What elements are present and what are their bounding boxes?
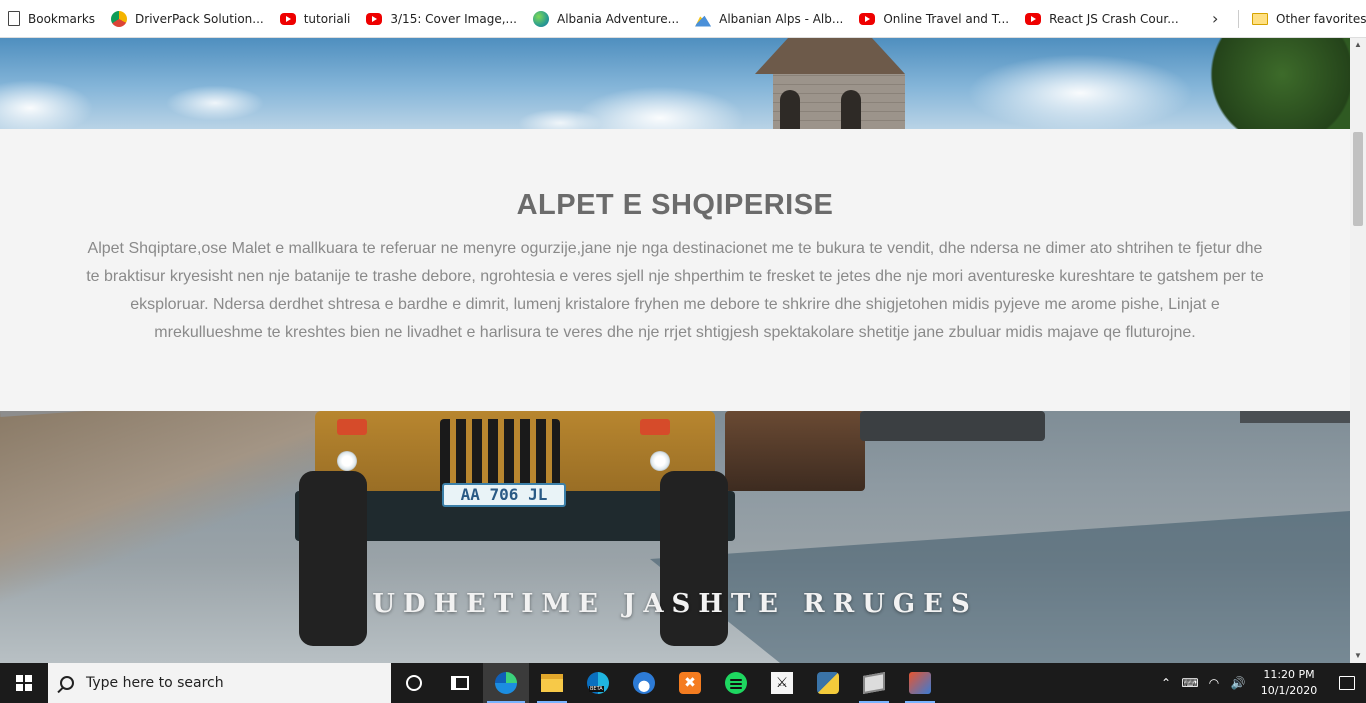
- scroll-up-arrow-icon[interactable]: ▲: [1350, 38, 1366, 52]
- volume-icon[interactable]: 🔊: [1226, 676, 1250, 690]
- offroad-hero: AA 706 JL UDHETIME JASHTE RRUGES: [0, 411, 1350, 663]
- youtube-icon: [1025, 12, 1042, 25]
- notification-icon: [1339, 676, 1355, 690]
- bookmark-label: Albania Adventure...: [556, 11, 680, 26]
- car-image: [860, 411, 1045, 441]
- car-image: [1240, 411, 1350, 423]
- bookmark-label: React JS Crash Cour...: [1049, 11, 1179, 26]
- section-title: ALPET E SHQIPERISE: [516, 189, 834, 221]
- bookmark-cover-image[interactable]: 3/15: Cover Image,...: [358, 6, 525, 32]
- intro-section: ALPET E SHQIPERISE Alpet Shqiptare,ose M…: [0, 129, 1350, 411]
- divider: [1238, 10, 1239, 28]
- youtube-icon: [279, 12, 296, 25]
- clock-date: 10/1/2020: [1260, 684, 1318, 697]
- taskbar-app-edge[interactable]: [483, 663, 529, 703]
- bookmark-bookmarks[interactable]: Bookmarks: [0, 6, 103, 32]
- tree-image: [1180, 38, 1350, 129]
- cortana-icon: [406, 675, 422, 691]
- other-favorites[interactable]: Other favorites: [1244, 6, 1366, 32]
- keyboard-icon[interactable]: ⌨: [1178, 676, 1202, 690]
- other-favorites-label: Other favorites: [1276, 12, 1366, 26]
- task-view-button[interactable]: [437, 663, 483, 703]
- offroad-title: UDHETIME JASHTE RRUGES: [372, 589, 978, 619]
- youtube-icon: [366, 12, 383, 25]
- car-image: [725, 411, 865, 491]
- hero-image-top: [0, 38, 1350, 129]
- taskbar-app-xampp[interactable]: ✖: [667, 663, 713, 703]
- bookmarks-bar: Bookmarks DriverPack Solution... tutoria…: [0, 0, 1366, 38]
- edge-icon: [495, 672, 517, 694]
- bookmark-label: Albanian Alps - Alb...: [719, 11, 844, 26]
- search-placeholder: Type here to search: [86, 675, 224, 691]
- folder-icon: [1252, 13, 1268, 25]
- jeep-image: AA 706 JL: [295, 411, 735, 663]
- guard-rail: [0, 411, 323, 451]
- bookmark-label: 3/15: Cover Image,...: [390, 11, 517, 26]
- page-viewport: ALPET E SHQIPERISE Alpet Shqiptare,ose M…: [0, 38, 1350, 663]
- taskbar-search[interactable]: Type here to search: [48, 663, 391, 703]
- driverpack-icon: [111, 10, 128, 27]
- bookmark-label: tutoriali: [303, 11, 351, 26]
- road-shadow: [650, 511, 1350, 663]
- bookmark-online-travel[interactable]: Online Travel and T...: [851, 6, 1017, 32]
- cortana-button[interactable]: [391, 663, 437, 703]
- taskbar-app-file-explorer[interactable]: [529, 663, 575, 703]
- globe-icon: [532, 10, 549, 27]
- taskbar-app-spotify[interactable]: [713, 663, 759, 703]
- scroll-down-arrow-icon[interactable]: ▼: [1350, 649, 1366, 663]
- windows-icon: [16, 675, 32, 691]
- clock-time: 11:20 PM: [1263, 668, 1315, 681]
- bookmark-albanian-alps[interactable]: Albanian Alps - Alb...: [687, 6, 851, 32]
- license-plate: AA 706 JL: [442, 483, 566, 507]
- tool-icon: [909, 672, 931, 694]
- taskbar-app-python[interactable]: [805, 663, 851, 703]
- bookmark-label: DriverPack Solution...: [135, 11, 264, 26]
- notifications-button[interactable]: [1328, 663, 1366, 703]
- file-explorer-icon: [541, 674, 563, 692]
- mountain-icon: [695, 12, 712, 27]
- bookmark-label: Online Travel and T...: [883, 11, 1010, 26]
- chevron-right-icon[interactable]: ›: [1212, 9, 1218, 28]
- arc-icon: [633, 672, 655, 694]
- edge-beta-icon: [587, 672, 609, 694]
- bookmark-driverpack[interactable]: DriverPack Solution...: [103, 6, 272, 32]
- xampp-icon: ✖: [679, 672, 701, 694]
- bookmark-tutoriali[interactable]: tutoriali: [272, 6, 359, 32]
- taskbar-app-tool[interactable]: [897, 663, 943, 703]
- spotify-icon: [725, 672, 747, 694]
- page-scrollbar[interactable]: ▲ ▼: [1350, 38, 1366, 663]
- chevron-up-icon[interactable]: ⌃: [1154, 676, 1178, 690]
- taskbar-app-arc[interactable]: [621, 663, 667, 703]
- bookmark-label: Bookmarks: [28, 11, 96, 26]
- bookmark-albania-adventure[interactable]: Albania Adventure...: [525, 6, 687, 32]
- taskbar-app-counter-strike[interactable]: ⚔: [759, 663, 805, 703]
- bell-tower-image: [755, 38, 905, 129]
- search-icon: [60, 676, 74, 690]
- bookmark-react-crash[interactable]: React JS Crash Cour...: [1017, 6, 1187, 32]
- page-icon: [8, 11, 20, 26]
- taskbar-app-virtualbox[interactable]: [851, 663, 897, 703]
- virtualbox-icon: [863, 672, 885, 694]
- section-paragraph: Alpet Shqiptare,ose Malet e mallkuara te…: [86, 240, 1264, 341]
- taskbar-app-edge-beta[interactable]: [575, 663, 621, 703]
- youtube-icon: [859, 12, 876, 25]
- taskbar: Type here to search ✖ ⚔ ⌃ ⌨ ◠ 🔊 11:20 PM…: [0, 663, 1366, 703]
- start-button[interactable]: [0, 663, 48, 703]
- python-icon: [817, 672, 839, 694]
- system-tray: ⌃ ⌨ ◠ 🔊 11:20 PM 10/1/2020: [1154, 663, 1366, 703]
- clock[interactable]: 11:20 PM 10/1/2020: [1250, 667, 1328, 699]
- wifi-icon[interactable]: ◠: [1202, 676, 1226, 690]
- counter-strike-icon: ⚔: [771, 672, 793, 694]
- task-view-icon: [451, 676, 469, 690]
- scroll-thumb[interactable]: [1353, 132, 1363, 226]
